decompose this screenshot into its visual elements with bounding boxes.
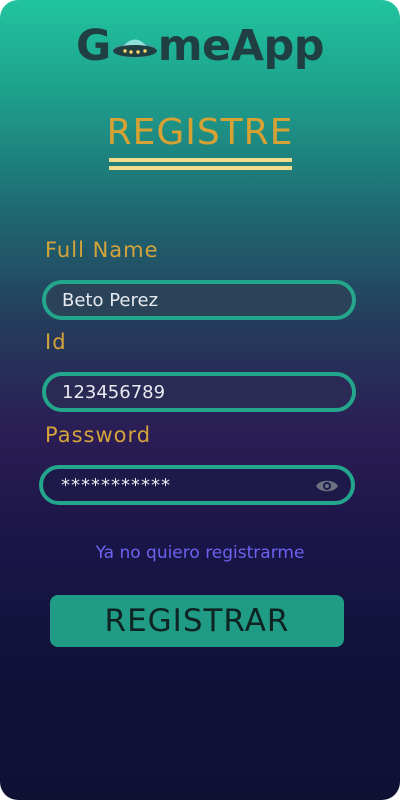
logo-text-end: meApp [157,21,325,71]
id-label: Id [45,330,67,354]
id-field[interactable]: 123456789 [42,372,356,412]
password-label: Password [45,423,152,447]
password-field[interactable]: *********** [39,465,355,505]
id-value: 123456789 [62,381,166,403]
title-underline-secondary [109,166,292,170]
cancel-registration-link[interactable]: Ya no quiero registrarme [0,543,400,563]
page-title: REGISTRE [106,112,294,153]
title-underline [109,158,292,162]
eye-icon[interactable] [315,477,339,495]
page-title-block: REGISTRE [0,110,400,156]
registration-screen: G meApp REGISTRE Full Name Beto Perez Id… [0,0,400,800]
full-name-field[interactable]: Beto Perez [42,280,356,320]
ufo-icon [112,39,157,58]
full-name-label: Full Name [45,238,159,262]
full-name-value: Beto Perez [62,289,159,311]
logo-text-start: G [75,21,111,71]
password-value: *********** [61,474,171,496]
register-button[interactable]: REGISTRAR [50,595,344,647]
app-logo: G meApp [0,18,400,74]
